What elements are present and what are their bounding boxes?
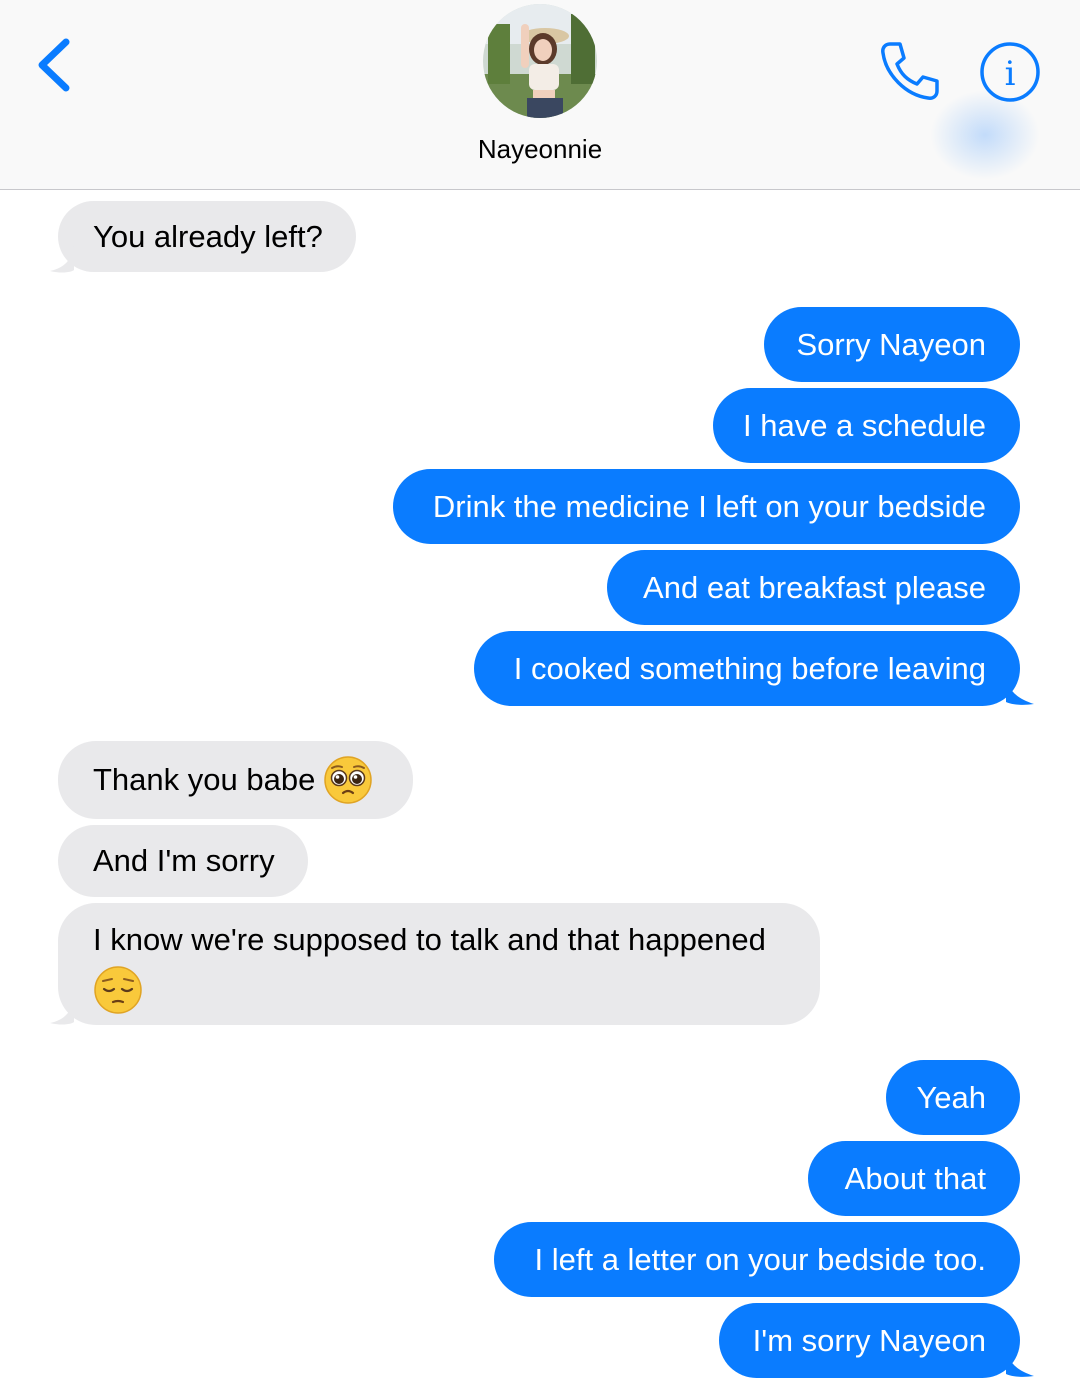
pensive-face-icon: [94, 966, 142, 1014]
info-icon: i: [980, 42, 1040, 102]
call-button[interactable]: [876, 38, 942, 104]
chevron-left-icon: [38, 38, 70, 92]
bubble-tail: [50, 246, 74, 273]
pleading-face-icon: [324, 756, 373, 804]
bubble-tail: [1006, 1348, 1034, 1377]
avatar[interactable]: [483, 4, 597, 118]
conversation-header: Nayeonnie i: [0, 0, 1080, 190]
incoming-message[interactable]: Thank you babe: [58, 741, 413, 819]
svg-text:i: i: [1005, 54, 1016, 94]
message-text: Thank you babe: [93, 762, 316, 797]
outgoing-message[interactable]: And eat breakfast please: [607, 550, 1020, 625]
outgoing-message[interactable]: I have a schedule: [713, 388, 1020, 463]
incoming-message[interactable]: And I'm sorry: [58, 825, 308, 897]
message-text: I know we're supposed to talk and that h…: [93, 922, 766, 957]
incoming-message[interactable]: I know we're supposed to talk and that h…: [58, 903, 820, 1025]
message-text: About that: [844, 1160, 986, 1196]
message-text: I have a schedule: [742, 407, 986, 443]
message-text: And eat breakfast please: [643, 569, 986, 605]
message-text: Drink the medicine I left on your bedsid…: [432, 488, 986, 524]
bubble-tail: [1006, 676, 1034, 705]
message-text: Yeah: [916, 1079, 986, 1115]
phone-icon: [881, 42, 939, 100]
info-button[interactable]: i: [978, 40, 1042, 104]
outgoing-message[interactable]: I'm sorry Nayeon: [719, 1303, 1020, 1378]
message-text: I left a letter on your bedside too.: [534, 1241, 987, 1277]
outgoing-message[interactable]: I cooked something before leaving: [474, 631, 1020, 706]
message-text: I'm sorry Nayeon: [752, 1322, 986, 1358]
message-text: You already left?: [93, 218, 323, 254]
incoming-message[interactable]: You already left?: [58, 201, 356, 272]
message-text: Sorry Nayeon: [796, 326, 986, 362]
outgoing-message[interactable]: Sorry Nayeon: [764, 307, 1020, 382]
outgoing-message[interactable]: About that: [808, 1141, 1020, 1216]
message-text: I cooked something before leaving: [513, 650, 986, 686]
message-text: And I'm sorry: [93, 843, 275, 878]
contact-name[interactable]: Nayeonnie: [340, 134, 740, 165]
bubble-tail: [50, 998, 74, 1025]
outgoing-message[interactable]: Drink the medicine I left on your bedsid…: [393, 469, 1020, 544]
back-button[interactable]: [28, 30, 88, 100]
outgoing-message[interactable]: Yeah: [886, 1060, 1020, 1135]
outgoing-message[interactable]: I left a letter on your bedside too.: [494, 1222, 1020, 1297]
